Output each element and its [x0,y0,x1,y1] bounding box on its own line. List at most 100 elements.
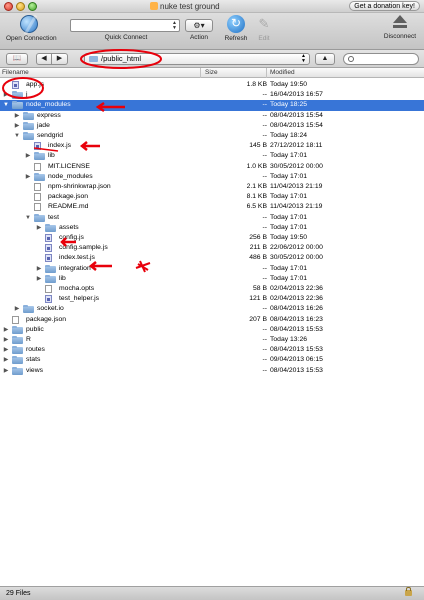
folder-icon [12,356,23,365]
file-row[interactable]: ▶ integration -- Today 17:01 [0,264,424,274]
file-count: 29 Files [6,590,31,597]
disclosure-closed-icon[interactable]: ▶ [24,172,32,182]
file-row[interactable]: ▶ express -- 08/04/2013 15:54 [0,111,424,121]
folder-icon [45,223,56,232]
file-row[interactable]: mocha.opts 58 B 02/04/2013 22:36 [0,284,424,294]
forward-button[interactable]: ▶ [52,53,68,65]
file-row[interactable]: package.json 207 B 08/04/2013 16:23 [0,315,424,325]
folder-icon [45,274,56,283]
folder-icon [23,121,34,130]
path-select[interactable]: /public_html ▲ ▼ [84,53,310,65]
file-row[interactable]: README.md 6.5 KB 11/04/2013 21:19 [0,202,424,212]
disclosure-closed-icon[interactable]: ▶ [13,304,21,314]
file-row[interactable]: config.js 256 B Today 19:50 [0,233,424,243]
file-row[interactable]: index.test.js 486 B 30/05/2012 00:00 [0,253,424,263]
disconnect-button[interactable]: Disconnect [380,15,420,40]
file-size: 2.1 KB [246,183,267,190]
file-row[interactable]: config.sample.js 211 B 22/06/2012 00:00 [0,243,424,253]
file-name: node_modules [26,101,71,109]
disclosure-open-icon[interactable]: ▼ [2,100,10,110]
back-button[interactable]: ◀ [36,53,52,65]
disclosure-closed-icon[interactable]: ▶ [35,274,43,284]
file-size: -- [262,213,267,221]
file-row[interactable]: app.js 1.8 KB Today 19:50 [0,80,424,90]
donate-button[interactable]: Get a donation key! [349,1,420,11]
folder-icon [34,172,45,181]
file-row[interactable]: ▼ test -- Today 17:01 [0,213,424,223]
file-row[interactable]: ▶ R -- Today 13:26 [0,335,424,345]
column-divider[interactable] [200,68,201,78]
disclosure-closed-icon[interactable]: ▶ [2,355,10,365]
close-window-button[interactable] [4,2,13,11]
file-row[interactable]: ▶ jade -- 08/04/2013 15:54 [0,121,424,131]
disclosure-open-icon[interactable]: ▼ [13,131,21,141]
search-field[interactable] [343,53,419,65]
file-size: 1.0 KB [246,162,267,170]
file-row[interactable]: ▶ node_modules -- Today 17:01 [0,172,424,182]
bookmarks-button[interactable]: 📖 [6,53,28,65]
file-row[interactable]: ▶ assets -- Today 17:01 [0,223,424,233]
column-modified[interactable]: Modified [270,69,295,76]
file-row[interactable]: npm-shrinkwrap.json 2.1 KB 11/04/2013 21:1… [0,182,424,192]
file-row[interactable]: ▶ lib -- Today 17:01 [0,274,424,284]
disclosure-closed-icon[interactable]: ▶ [2,366,10,376]
file-modified: Today 18:25 [270,101,308,109]
folder-icon [12,91,23,100]
quick-connect-select[interactable]: ▲ ▼ [70,19,180,32]
disclosure-closed-icon[interactable]: ▶ [13,111,21,121]
file-modified: 11/04/2013 21:19 [270,183,323,190]
file-size: -- [262,121,267,129]
file-name: mocha.opts [59,285,95,292]
file-size: 58 B [253,285,267,292]
refresh-button[interactable]: ↻ Refresh [222,15,250,42]
file-modified: 30/05/2012 00:00 [270,162,323,170]
file-row[interactable]: ▼ sendgrid -- Today 18:24 [0,131,424,141]
file-row[interactable]: ▶ public -- 08/04/2013 15:53 [0,325,424,335]
up-arrow-icon: ▲ [321,55,329,62]
action-button[interactable]: ⚙▾ Action [184,15,214,41]
file-row[interactable]: ▶ routes -- 08/04/2013 15:53 [0,345,424,355]
parent-directory-button[interactable]: ▲ [315,53,335,65]
minimize-window-button[interactable] [16,2,25,11]
file-row[interactable]: package.json 8.1 KB Today 17:01 [0,192,424,202]
edit-button[interactable]: ✎ Edit [254,15,274,42]
folder-icon [34,213,45,222]
file-row[interactable]: index.js 145 B 27/12/2012 18:11 [0,141,424,151]
disclosure-closed-icon[interactable]: ▶ [35,223,43,233]
file-name: j [26,91,28,99]
column-filename[interactable]: Filename [2,69,29,76]
open-connection-button[interactable]: Open Connection [6,15,57,42]
file-size: 1.8 KB [246,81,267,88]
file-row[interactable]: ▶ lib -- Today 17:01 [0,151,424,161]
js-file-icon [34,142,41,151]
column-divider[interactable] [266,68,267,78]
zoom-window-button[interactable] [28,2,37,11]
book-icon: 📖 [12,55,22,62]
disclosure-closed-icon[interactable]: ▶ [13,121,21,131]
file-modified: Today 19:50 [270,81,308,88]
file-size: -- [262,346,267,354]
file-name: integration [59,264,91,272]
js-file-icon [12,81,19,89]
open-connection-label: Open Connection [6,35,57,42]
file-list[interactable]: app.js 1.8 KB Today 19:50 ▶ j -- 16/04/2013 16… [0,78,424,586]
file-row[interactable]: ▶ j -- 16/04/2013 16:57 [0,90,424,100]
file-name: config.sample.js [59,244,108,252]
disclosure-closed-icon[interactable]: ▶ [35,264,43,274]
file-row[interactable]: ▼ node_modules -- Today 18:25 [0,100,424,111]
file-row[interactable]: ▶ stats -- 09/04/2013 06:15 [0,355,424,365]
disclosure-closed-icon[interactable]: ▶ [2,335,10,345]
disclosure-closed-icon[interactable]: ▶ [2,325,10,335]
file-modified: Today 17:01 [270,274,308,282]
folder-icon [23,305,34,314]
file-row[interactable]: ▶ socket.io -- 08/04/2013 16:26 [0,304,424,314]
disclosure-closed-icon[interactable]: ▶ [2,345,10,355]
disclosure-open-icon[interactable]: ▼ [24,213,32,223]
disclosure-closed-icon[interactable]: ▶ [2,90,10,100]
file-row[interactable]: ▶ views -- 08/04/2013 15:53 [0,366,424,376]
file-row[interactable]: test_helper.js 121 B 02/04/2013 22:36 [0,294,424,304]
disclosure-closed-icon[interactable]: ▶ [24,151,32,161]
file-name: index.js [48,142,72,150]
file-row[interactable]: MIT.LICENSE 1.0 KB 30/05/2012 00:00 [0,162,424,172]
column-size[interactable]: Size [205,69,218,76]
